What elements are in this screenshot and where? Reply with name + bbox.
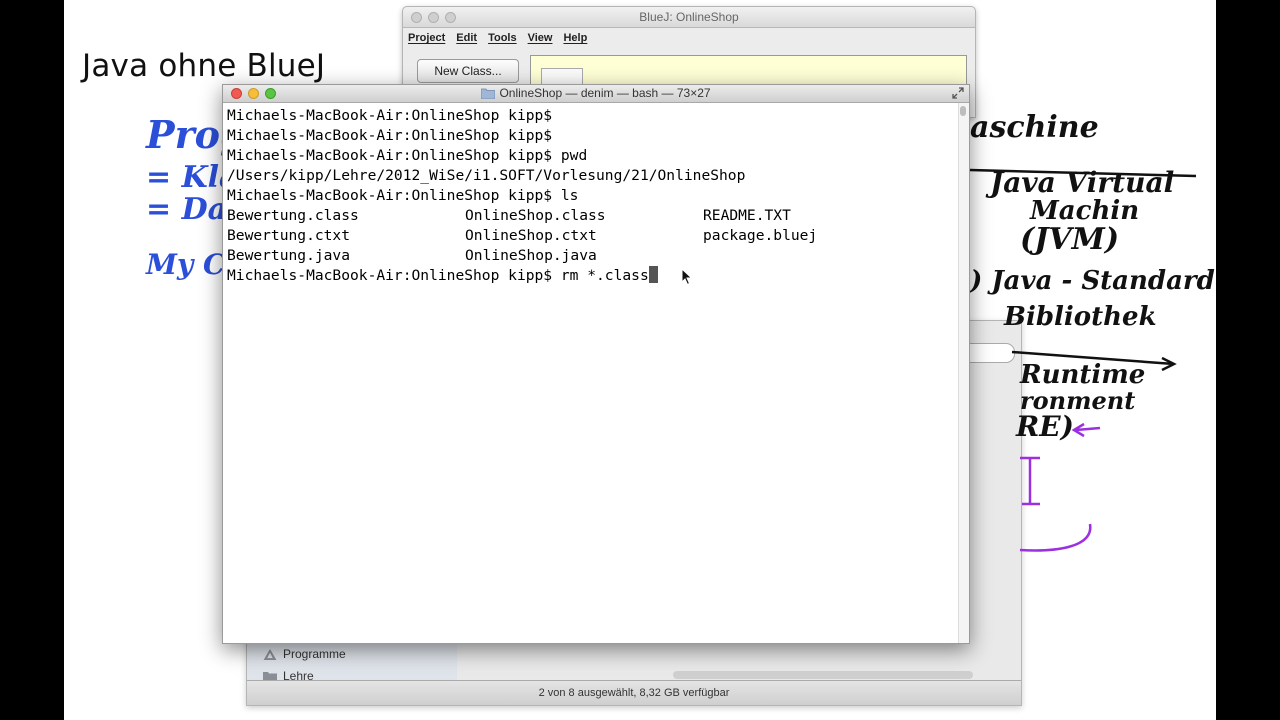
terminal-title: OnlineShop — denim — bash — 73×27 [223,86,969,100]
text-cursor [648,266,658,283]
ink-bracket-purple [1020,456,1040,506]
menu-project[interactable]: Project [408,32,445,44]
terminal-output[interactable]: Michaels-MacBook-Air:OnlineShop kipp$ Mi… [227,106,955,643]
handwriting-right-1: aschine [970,110,1099,145]
bluej-window-title: BlueJ: OnlineShop [639,10,739,24]
handwriting-right-2: Java Virtual [990,166,1175,199]
menu-edit[interactable]: Edit [456,32,477,44]
ls-entry: OnlineShop.ctxt [465,227,597,244]
ls-entry: Bewertung.ctxt [227,227,351,244]
terminal-scrollbar[interactable] [958,103,969,643]
terminal-line: Michaels-MacBook-Air:OnlineShop kipp$ [227,107,553,124]
terminal-window[interactable]: OnlineShop — denim — bash — 73×27 Michae… [222,84,970,644]
ls-row: Bewertung.ctxt OnlineShop.ctxt package.blu… [227,226,955,246]
terminal-line: /Users/kipp/Lehre/2012_WiSe/i1.SOFT/Vorl… [227,167,746,184]
handwriting-right-5: ) Java - Standard- [970,266,1216,296]
finder-sidebar: Programme Lehre [247,641,457,685]
applications-icon [263,648,277,660]
ink-curve-purple [1019,523,1092,552]
handwriting-right-9: RE) [1016,410,1074,443]
ink-arrow-purple [1071,422,1101,438]
menu-help[interactable]: Help [563,32,587,44]
terminal-line: Michaels-MacBook-Air:OnlineShop kipp$ [227,127,553,144]
ls-entry: OnlineShop.class [465,207,606,224]
ls-row: Bewertung.class OnlineShop.class README.TX… [227,206,955,226]
menu-view[interactable]: View [528,32,553,44]
bluej-menubar: Project Edit Tools View Help [403,28,975,48]
ls-entry: Bewertung.java [227,247,351,264]
finder-status-bar: 2 von 8 ausgewählt, 8,32 GB verfügbar [247,680,1021,705]
terminal-title-text: OnlineShop — denim — bash — 73×27 [499,86,711,100]
new-class-button[interactable]: New Class... [417,59,519,83]
terminal-line: Michaels-MacBook-Air:OnlineShop kipp$ pw… [227,147,588,164]
ls-entry: package.bluej [703,227,818,244]
terminal-command-line[interactable]: Michaels-MacBook-Air:OnlineShop kipp$ rm… [227,266,955,286]
current-prompt: Michaels-MacBook-Air:OnlineShop kipp$ rm… [227,267,649,284]
sidebar-item-label: Programme [283,647,346,661]
ls-entry: README.TXT [703,207,791,224]
terminal-line: Michaels-MacBook-Air:OnlineShop kipp$ ls [227,187,579,204]
handwriting-right-6: Bibliothek [1004,302,1157,332]
ls-entry: Bewertung.class [227,207,359,224]
menu-tools[interactable]: Tools [488,32,517,44]
terminal-scroll-thumb[interactable] [960,106,966,116]
folder-icon [481,88,496,99]
ls-entry: OnlineShop.java [465,247,597,264]
handwriting-left-3: = Da [146,192,228,227]
finder-horizontal-scrollbar[interactable] [673,671,973,679]
fullscreen-icon[interactable] [952,87,964,99]
slide-title: Java ohne BlueJ [82,48,326,84]
terminal-titlebar[interactable]: OnlineShop — denim — bash — 73×27 [223,85,969,103]
ls-row: Bewertung.java OnlineShop.java [227,246,955,266]
sidebar-item-programme[interactable]: Programme [263,647,346,661]
handwriting-right-4: (JVM) [1020,222,1120,257]
mouse-pointer-icon [681,268,693,286]
slide-canvas: Java ohne BlueJ Progr = Kla = Da My Cla … [64,0,1216,720]
bluej-titlebar[interactable]: BlueJ: OnlineShop [403,7,975,28]
